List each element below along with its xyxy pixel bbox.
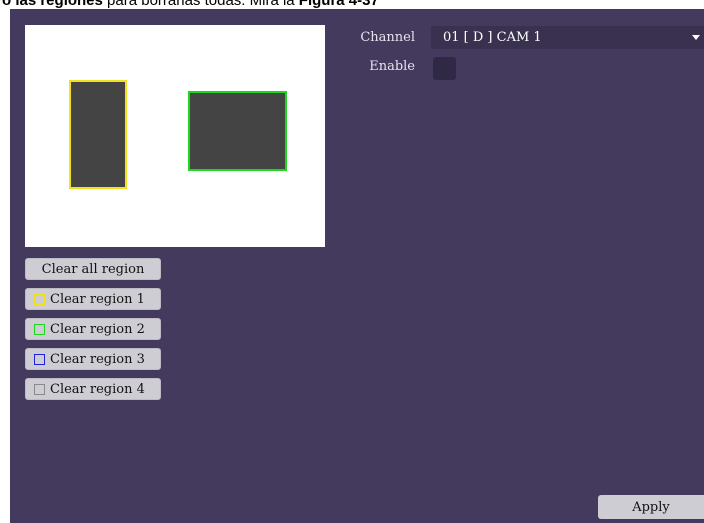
blue-square-icon [34,353,45,365]
caption-figure-ref: Figura 4-37 [298,0,379,9]
chevron-down-icon [692,35,700,40]
clear-all-region-button[interactable]: Clear all region [25,258,161,280]
mask-region-2[interactable] [188,91,287,171]
clear-region-4-button[interactable]: Clear region 4 [25,378,161,400]
caption-bold-text: o las regiones [2,0,103,9]
camera-preview[interactable] [25,25,325,247]
gray-square-icon [34,383,45,395]
apply-button-label: Apply [632,499,670,515]
clear-region-2-button[interactable]: Clear region 2 [25,318,161,340]
apply-button[interactable]: Apply [598,495,704,519]
clear-region-1-label: Clear region 1 [50,291,145,307]
green-square-icon [34,323,45,335]
caption-text: para borrarlas todas. Mira la [102,0,299,9]
clear-region-4-label: Clear region 4 [50,381,145,397]
enable-checkbox[interactable] [433,57,456,80]
clear-region-3-label: Clear region 3 [50,351,145,367]
clear-all-region-label: Clear all region [41,261,145,277]
privacy-mask-panel: Clear all region Clear region 1 Clear re… [10,9,704,523]
channel-select[interactable]: 01 [ D ] CAM 1 [431,26,704,49]
yellow-square-icon [34,293,45,305]
enable-label: Enable [369,59,415,74]
clear-region-2-label: Clear region 2 [50,321,145,337]
document-caption: o las regiones para borrarlas todas. Mir… [0,0,704,9]
channel-label: Channel [360,30,415,45]
clear-region-3-button[interactable]: Clear region 3 [25,348,161,370]
mask-region-1[interactable] [69,80,127,189]
clear-region-1-button[interactable]: Clear region 1 [25,288,161,310]
channel-select-value: 01 [ D ] CAM 1 [443,30,542,45]
